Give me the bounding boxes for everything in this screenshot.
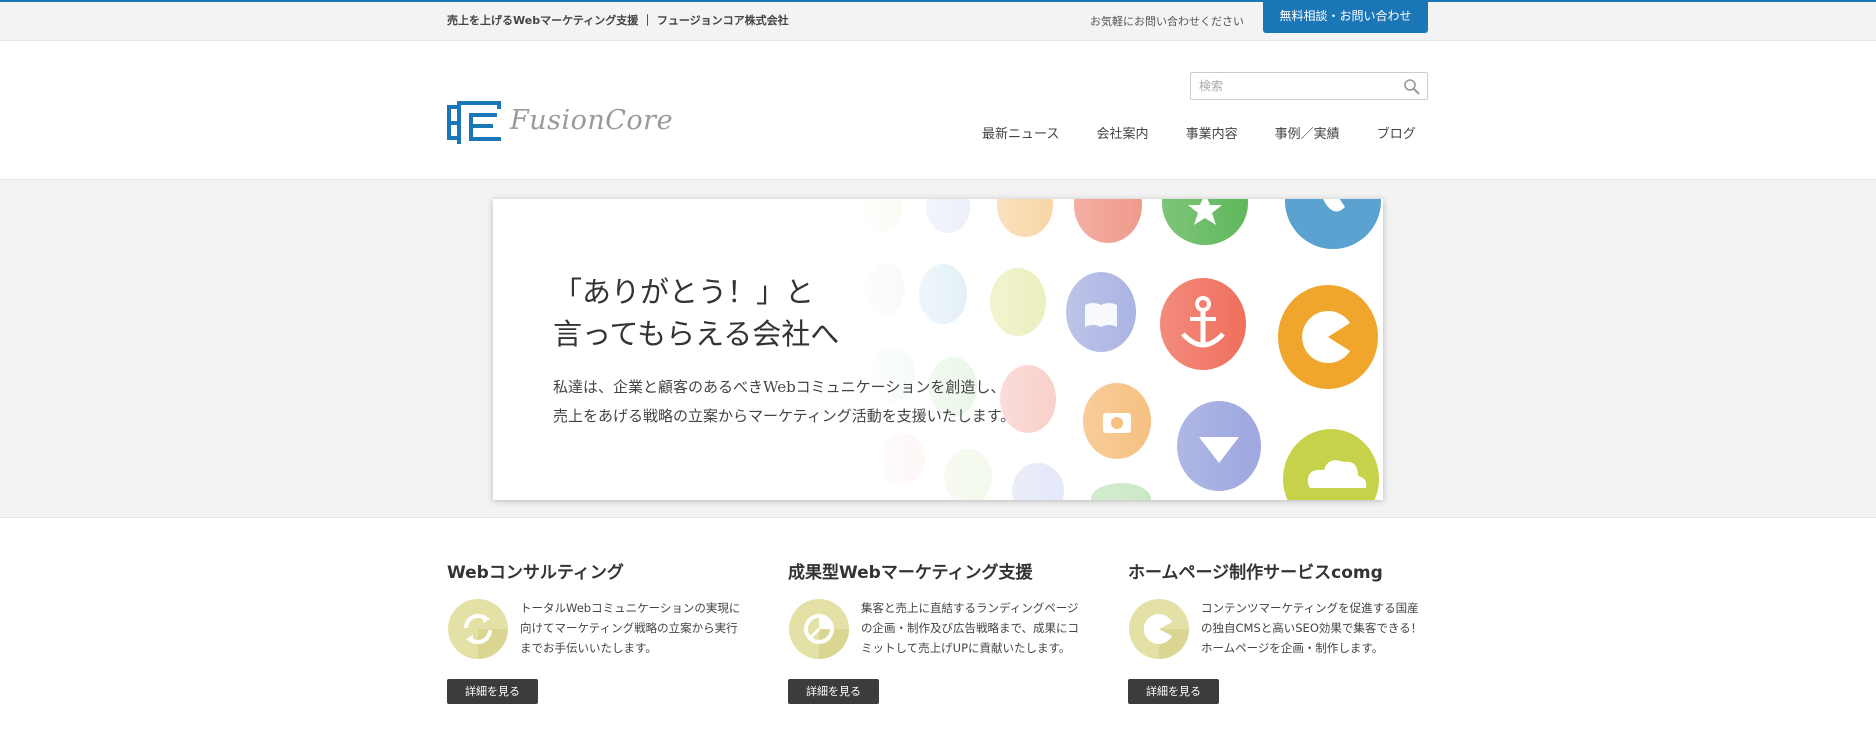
nav-item-cases[interactable]: 事例／実績 (1275, 123, 1340, 142)
nav-item-news[interactable]: 最新ニュース (982, 123, 1059, 142)
service-homepage-comg: ホームページ制作サービスcomg コンテンツマーケティングを促進する国産 の独自… (1128, 558, 1428, 718)
contact-note: お気軽にお問い合わせください (1090, 15, 1244, 28)
search-box (1190, 72, 1428, 100)
services-section: Webコンサルティング トータルWebコミュニケーションの実現に 向けてマーケテ… (447, 558, 1447, 718)
details-button[interactable]: 詳細を見る (788, 679, 879, 704)
refresh-icon (448, 599, 508, 659)
service-title: ホームページ制作サービスcomg (1128, 563, 1383, 583)
service-title: 成果型Webマーケティング支援 (788, 563, 1033, 583)
nav-item-company[interactable]: 会社案内 (1096, 123, 1148, 142)
details-button[interactable]: 詳細を見る (447, 679, 538, 704)
logo[interactable]: FusionCore (447, 101, 687, 151)
service-description: コンテンツマーケティングを促進する国産 の独自CMSと高いSEO効果で集客できる… (1201, 601, 1423, 655)
service-description: 集客と売上に直結するランディングページ の企画・制作及び広告戦略まで、成果にコ … (861, 601, 1080, 655)
hero-icon-collage (853, 199, 1383, 500)
service-description: トータルWebコミュニケーションの実現に 向けてマーケティング戦略の立案から実行… (520, 601, 741, 655)
fusioncore-logo-mark (447, 101, 501, 144)
pacman-chart-icon (1129, 599, 1189, 659)
search-input[interactable] (1199, 77, 1399, 95)
service-web-consulting: Webコンサルティング トータルWebコミュニケーションの実現に 向けてマーケテ… (447, 558, 747, 718)
pie-chart-icon (789, 599, 849, 659)
site-header: FusionCore 最新ニュース 会社案内 事業内容 事例／実績 ブログ (0, 41, 1876, 180)
details-button[interactable]: 詳細を見る (1128, 679, 1219, 704)
service-performance-marketing: 成果型Webマーケティング支援 集客と売上に直結するランディングページ の企画・… (788, 558, 1088, 718)
logo-text: FusionCore (510, 105, 674, 136)
hero-title: 「ありがとう！」と 言ってもらえる会社へ (553, 275, 840, 351)
nav-item-blog[interactable]: ブログ (1377, 123, 1416, 142)
hero-section: 「ありがとう！」と 言ってもらえる会社へ 私達は、企業と顧客のあるべきWebコミ… (0, 180, 1876, 518)
hero-banner: 「ありがとう！」と 言ってもらえる会社へ 私達は、企業と顧客のあるべきWebコミ… (493, 199, 1383, 500)
site-tagline: 売上を上げるWebマーケティング支援 ｜ フュージョンコア株式会社 (447, 14, 789, 27)
service-title: Webコンサルティング (447, 563, 624, 583)
contact-button[interactable]: 無料相談・お問い合わせ (1263, 1, 1428, 33)
nav-item-business[interactable]: 事業内容 (1186, 123, 1238, 142)
top-bar: 売上を上げるWebマーケティング支援 ｜ フュージョンコア株式会社 お気軽にお問… (0, 0, 1876, 41)
search-icon[interactable] (1403, 78, 1421, 96)
main-nav: 最新ニュース 会社案内 事業内容 事例／実績 ブログ (982, 123, 1416, 145)
hero-subtitle: 私達は、企業と顧客のあるべきWebコミュニケーションを創造し、 売上をあげる戦略… (553, 378, 1016, 425)
